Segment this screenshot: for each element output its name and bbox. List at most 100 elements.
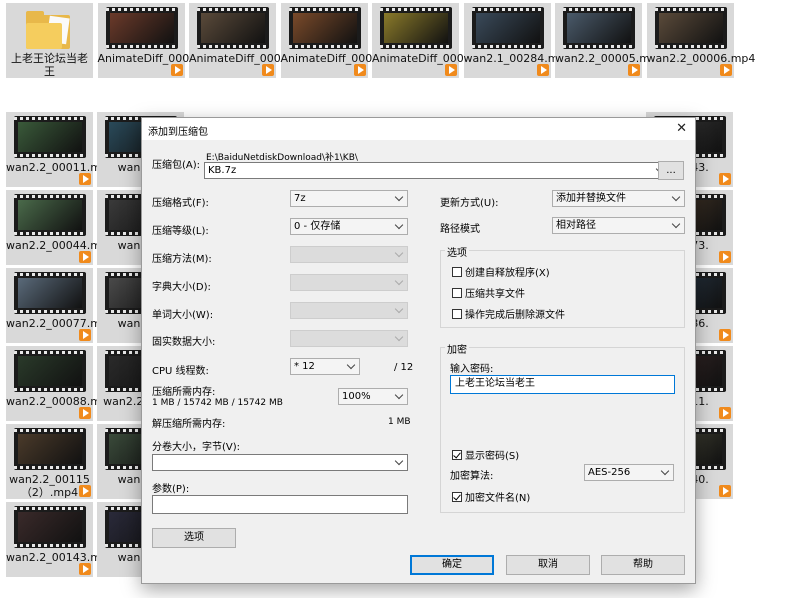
chevron-down-icon	[396, 306, 403, 313]
level-select[interactable]: 0 - 仅存储	[290, 218, 408, 235]
video-file-tile[interactable]: AnimateDiff_00041.mp4	[280, 3, 415, 78]
video-thumbnail	[14, 194, 86, 236]
ok-button[interactable]: 确定	[410, 555, 494, 575]
browse-button[interactable]: ...	[658, 161, 684, 180]
play-icon	[719, 407, 731, 419]
file-name: AnimateDiff_00033.mp4	[97, 52, 232, 65]
chevron-down-icon	[396, 194, 403, 201]
video-file-tile[interactable]: AnimateDiff_00044.mp4	[372, 3, 506, 78]
video-thumbnail	[288, 7, 361, 49]
level-label: 压缩等级(L):	[152, 226, 209, 237]
threads-total: / 12	[394, 362, 414, 373]
play-icon	[719, 485, 731, 497]
video-thumbnail	[105, 7, 178, 49]
threads-label: CPU 线程数:	[152, 366, 209, 377]
video-file-tile[interactable]: wan2.2_00115（2）.mp4	[6, 424, 93, 499]
video-thumbnail	[654, 7, 727, 49]
video-file-tile[interactable]: wan2.2_00143.mp4	[6, 502, 115, 577]
sfx-checkbox[interactable]: 创建自释放程序(X)	[452, 264, 550, 279]
video-thumbnail	[14, 428, 86, 470]
file-name: wan2.2_00044.mp4	[6, 239, 115, 252]
play-icon	[719, 251, 731, 263]
path-select[interactable]: 相对路径	[552, 217, 685, 234]
video-file-tile[interactable]: wan2.2_00006.mp4	[646, 3, 755, 78]
checkbox-box[interactable]	[452, 449, 462, 460]
play-icon	[79, 173, 91, 185]
archive-name-value: KB.7z	[208, 165, 237, 176]
update-value: 添加并替换文件	[556, 193, 626, 204]
folder-icon	[26, 11, 74, 49]
dict-select	[290, 274, 408, 291]
file-name: wan2.2_00143.mp4	[6, 551, 115, 564]
video-thumbnail	[14, 272, 86, 314]
volume-select[interactable]	[152, 454, 408, 471]
video-file-tile[interactable]: wan2.1_00284.mp4	[463, 3, 573, 78]
chevron-down-icon	[396, 278, 403, 285]
path-value: 相对路径	[556, 220, 596, 231]
encrypt-names-label: 加密文件名(N)	[465, 493, 531, 504]
password-input[interactable]: 上老王论坛当老王	[450, 375, 675, 394]
chevron-down-icon	[673, 194, 680, 201]
show-password-checkbox[interactable]: 显示密码(S)	[452, 447, 519, 462]
enc-method-label: 加密算法:	[450, 471, 494, 482]
delete-checkbox[interactable]: 操作完成后删除源文件	[452, 306, 565, 321]
help-button[interactable]: 帮助	[601, 555, 685, 575]
file-name: AnimateDiff_00041.mp4	[280, 52, 415, 65]
path-label: 路径模式	[440, 224, 480, 235]
file-name: wan2.1_00284.mp4	[463, 52, 573, 65]
chevron-down-icon	[673, 221, 680, 228]
archive-name-field[interactable]: KB.7z	[204, 162, 669, 179]
file-name: AnimateDiff_00035.mp4	[189, 52, 323, 65]
mem-percent-select[interactable]: 100%	[338, 388, 408, 405]
threads-select[interactable]: * 12	[290, 358, 360, 375]
show-password-label: 显示密码(S)	[465, 451, 520, 462]
file-name: wan2.2_00088.mp4	[6, 395, 115, 408]
word-select	[290, 302, 408, 319]
params-label: 参数(P):	[152, 484, 190, 495]
play-icon	[719, 64, 732, 76]
close-icon[interactable]: ✕	[676, 121, 687, 136]
file-name: wan2.2_00005.mp4	[555, 52, 664, 65]
encrypt-names-checkbox[interactable]: 加密文件名(N)	[452, 489, 530, 504]
video-file-tile[interactable]: wan2.2_00044.mp4	[6, 190, 115, 265]
file-name: wan2.2_00011.mp4	[6, 161, 115, 174]
solid-label: 固实数据大小:	[152, 337, 216, 348]
checkbox-box[interactable]	[452, 287, 462, 298]
options-button[interactable]: 选项	[152, 528, 236, 548]
archive-label: 压缩包(A):	[152, 160, 201, 171]
video-file-tile[interactable]: AnimateDiff_00033.mp4	[97, 3, 232, 78]
video-file-tile[interactable]: wan2.2_00077.mp4	[6, 268, 115, 343]
video-thumbnail	[14, 116, 86, 158]
checkbox-box[interactable]	[452, 491, 462, 502]
play-icon	[445, 64, 457, 76]
mem-comp-value: 1 MB / 15742 MB / 15742 MB	[152, 398, 283, 408]
params-input[interactable]	[152, 495, 408, 514]
update-select[interactable]: 添加并替换文件	[552, 190, 685, 207]
chevron-down-icon	[396, 334, 403, 341]
file-name: wan2.2_00077.mp4	[6, 317, 115, 330]
video-thumbnail	[14, 506, 86, 548]
shared-checkbox[interactable]: 压缩共享文件	[452, 285, 525, 300]
format-select[interactable]: 7z	[290, 190, 408, 207]
video-file-tile[interactable]: wan2.2_00088.mp4	[6, 346, 115, 421]
enc-method-select[interactable]: AES-256	[584, 464, 674, 481]
play-icon	[628, 64, 640, 76]
chevron-down-icon	[348, 362, 355, 369]
video-file-tile[interactable]: AnimateDiff_00035.mp4	[189, 3, 323, 78]
cancel-button[interactable]: 取消	[506, 555, 590, 575]
folder-tile[interactable]: 上老王论坛当老王	[6, 3, 93, 78]
chevron-down-icon	[396, 458, 403, 465]
play-icon	[719, 329, 731, 341]
password-value: 上老王论坛当老王	[455, 378, 535, 389]
checkbox-box[interactable]	[452, 266, 462, 277]
checkbox-box[interactable]	[452, 308, 462, 319]
video-file-tile[interactable]: wan2.2_00011.mp4	[6, 112, 115, 187]
chevron-down-icon	[396, 392, 403, 399]
file-name: AnimateDiff_00044.mp4	[372, 52, 506, 65]
format-label: 压缩格式(F):	[152, 198, 209, 209]
video-file-tile[interactable]: wan2.2_00005.mp4	[555, 3, 664, 78]
play-icon	[79, 251, 91, 263]
chevron-down-icon	[396, 222, 403, 229]
play-icon	[79, 329, 91, 341]
add-to-archive-dialog: 添加到压缩包 ✕ 压缩包(A): E:\BaiduNetdiskDownload…	[141, 117, 696, 584]
